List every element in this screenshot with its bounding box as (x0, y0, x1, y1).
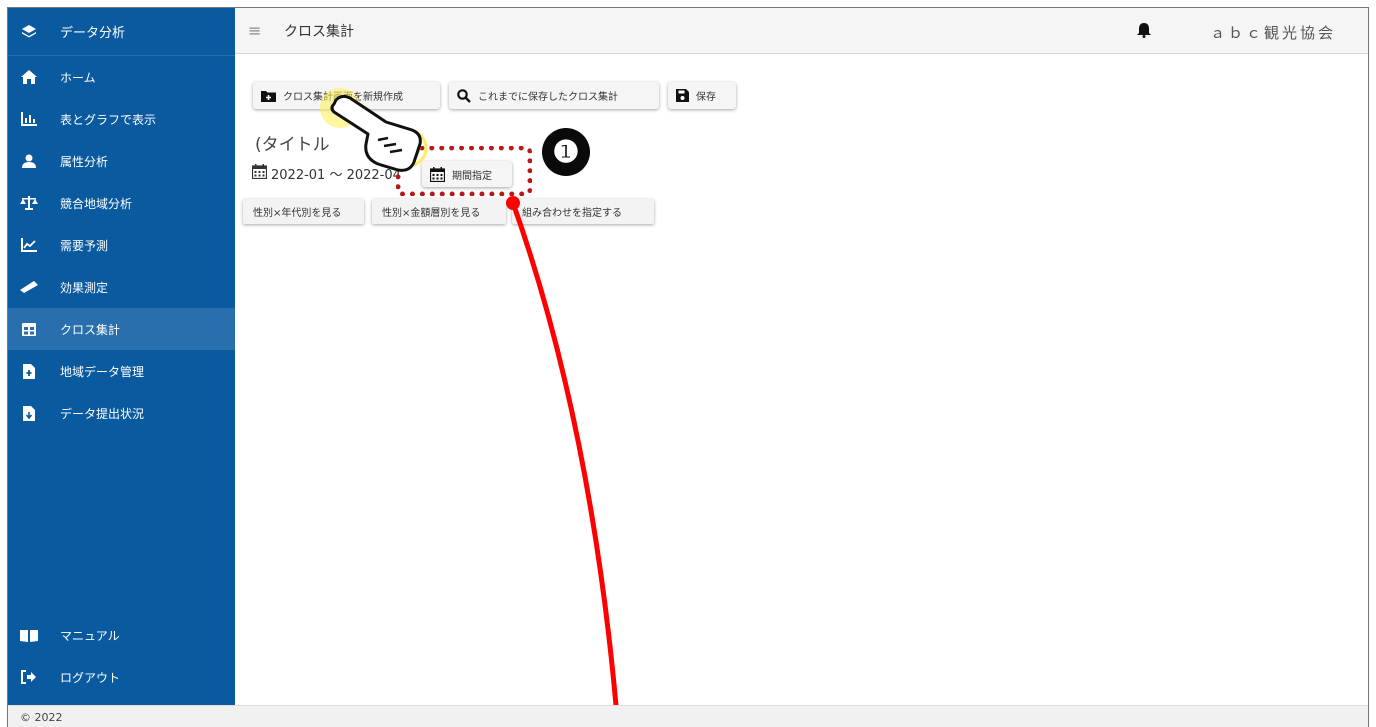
sidebar-item-attribute[interactable]: 属性分析 (8, 140, 235, 182)
date-range-text: 2022-01 ～ 2022-04 (271, 168, 401, 183)
step-number-badge: ❶ (542, 128, 590, 176)
balance-scale-icon (20, 194, 38, 212)
organization-name[interactable]: ａｂｃ観光協会 (1210, 22, 1336, 43)
calendar-icon (251, 164, 268, 183)
footer: © 2022 (8, 705, 1368, 727)
sidebar-item-logout[interactable]: ログアウト (8, 656, 235, 698)
sidebar-item-label: 地域データ管理 (60, 364, 145, 379)
sidebar-item-label: 需要予測 (60, 238, 109, 253)
table-icon (20, 320, 38, 338)
page-title: クロス集計 (284, 23, 354, 40)
home-icon (20, 68, 38, 86)
sidebar-item-label: データ提出状況 (60, 406, 145, 421)
floppy-disk-icon (676, 89, 689, 102)
brand-label: データ分析 (60, 26, 126, 41)
line-chart-icon (20, 236, 38, 254)
brand[interactable]: データ分析 (8, 8, 235, 56)
search-icon (457, 88, 471, 103)
annotation-arrow (510, 202, 621, 727)
filter-custom-combination-button[interactable]: 組み合わせを指定する (512, 199, 654, 224)
sidebar-item-label: 表とグラフで表示 (60, 112, 157, 127)
logout-icon (20, 668, 38, 686)
sidebar-item-charts[interactable]: 表とグラフで表示 (8, 98, 235, 140)
filter-label: 性別×金額層別を見る (382, 208, 481, 219)
saved-cross-tabs-button[interactable]: これまでに保存したクロス集計 (449, 82, 659, 109)
saved-cross-tabs-label: これまでに保存したクロス集計 (478, 92, 618, 103)
sidebar-item-forecast[interactable]: 需要予測 (8, 224, 235, 266)
new-cross-tab-button[interactable]: クロス集計画面を新規作成 (253, 82, 440, 109)
hamburger-menu-icon[interactable]: ≡ (248, 21, 266, 40)
save-button[interactable]: 保存 (668, 82, 736, 109)
user-icon (20, 152, 38, 170)
filter-label: 組み合わせを指定する (522, 208, 622, 219)
date-range: 2022-01 ～ 2022-04 (251, 164, 401, 183)
sidebar-item-cross-tab[interactable]: クロス集計 (8, 308, 235, 350)
sidebar-item-label: 競合地域分析 (60, 196, 133, 211)
filter-label: 性別×年代別を見る (253, 208, 342, 219)
sidebar-item-label: 属性分析 (60, 154, 109, 169)
book-icon (20, 626, 38, 644)
sidebar-item-label: マニュアル (60, 628, 120, 643)
filter-gender-amount-button[interactable]: 性別×金額層別を見る (372, 199, 506, 224)
sidebar-item-manual[interactable]: マニュアル (8, 614, 235, 656)
file-download-icon (20, 404, 38, 422)
sidebar-item-competitor[interactable]: 競合地域分析 (8, 182, 235, 224)
folder-plus-icon (261, 90, 276, 102)
sidebar-item-label: クロス集計 (60, 322, 121, 337)
sidebar-item-region-data[interactable]: 地域データ管理 (8, 350, 235, 392)
copyright-text: © 2022 (20, 710, 63, 724)
new-cross-tab-label: クロス集計画面を新規作成 (283, 92, 403, 103)
sidebar-item-label: ログアウト (60, 670, 121, 685)
highlight-box (396, 146, 532, 196)
layers-icon (20, 23, 38, 41)
sidebar-item-label: ホーム (60, 70, 96, 85)
bar-chart-icon (20, 110, 38, 128)
filter-gender-age-button[interactable]: 性別×年代別を見る (243, 199, 364, 224)
file-upload-icon (20, 362, 38, 380)
sidebar-item-effect[interactable]: 効果測定 (8, 266, 235, 308)
app-window: データ分析 ホーム 表とグラフで表示 属性分析 競合地域分析 需要予測 効果測定… (7, 7, 1369, 727)
save-label: 保存 (696, 92, 716, 103)
sidebar: データ分析 ホーム 表とグラフで表示 属性分析 競合地域分析 需要予測 効果測定… (8, 8, 235, 705)
top-bar: ≡ クロス集計 ａｂｃ観光協会 (235, 8, 1368, 54)
sidebar-item-submission[interactable]: データ提出状況 (8, 392, 235, 434)
sidebar-item-home[interactable]: ホーム (8, 56, 235, 98)
ruler-icon (20, 278, 38, 296)
sidebar-item-label: 効果測定 (60, 280, 109, 295)
bell-icon[interactable] (1137, 22, 1153, 40)
cross-tab-title[interactable]: (タイトル (255, 130, 330, 155)
